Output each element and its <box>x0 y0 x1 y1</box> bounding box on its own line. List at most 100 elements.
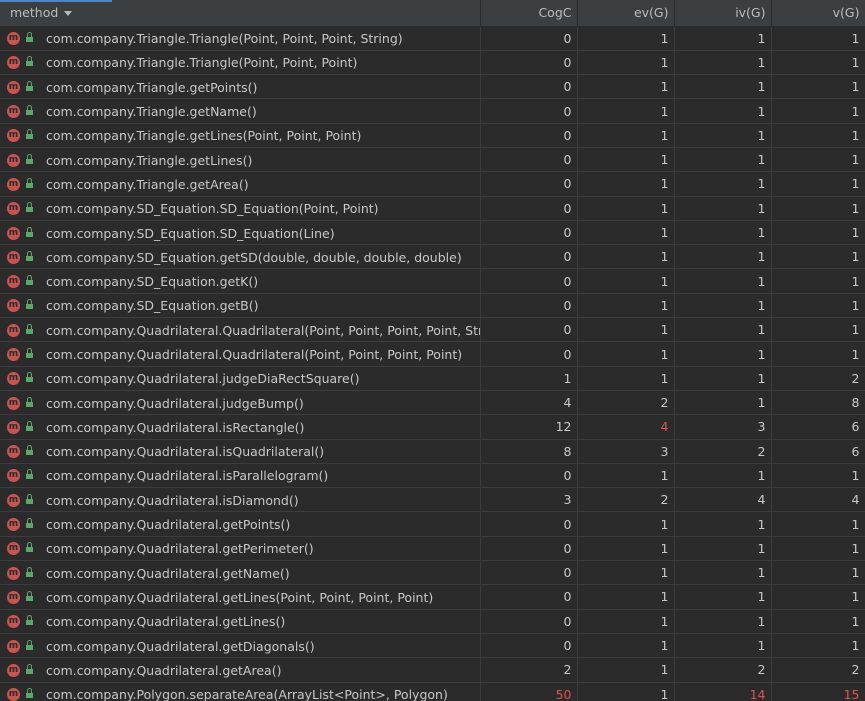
ev-value: 3 <box>577 439 675 464</box>
method-cell[interactable]: m com.company.Quadrilateral.judgeBump() <box>0 390 481 416</box>
v-value: 8 <box>771 390 865 416</box>
method-cell[interactable]: m com.company.SD_Equation.getK() <box>0 268 481 294</box>
table-row[interactable]: m com.company.Quadrilateral.isParallelogr… <box>0 463 865 489</box>
public-lock-icon <box>26 663 33 674</box>
method-cell[interactable]: m com.company.Triangle.Triangle(Point, Po… <box>0 50 481 76</box>
table-row[interactable]: m com.company.Quadrilateral.judgeDiaRectS… <box>0 366 865 391</box>
cogc-value: 0 <box>480 147 578 173</box>
method-icon: m <box>7 590 20 604</box>
method-cell[interactable]: m com.company.Triangle.getName() <box>0 98 481 124</box>
cogc-value: 8 <box>480 439 578 464</box>
method-cell[interactable]: m com.company.Quadrilateral.getDiagonals(… <box>0 633 481 659</box>
public-lock-icon <box>26 202 33 213</box>
table-row[interactable]: m com.company.Triangle.Triangle(Point, Po… <box>0 26 865 51</box>
method-cell[interactable]: m com.company.Quadrilateral.getLines(Poin… <box>0 584 481 610</box>
v-value: 1 <box>771 123 865 148</box>
method-cell[interactable]: m com.company.Quadrilateral.Quadrilateral… <box>0 341 481 367</box>
table-row[interactable]: m com.company.Triangle.Triangle(Point, Po… <box>0 50 865 76</box>
public-lock-icon <box>26 372 33 383</box>
table-row[interactable]: m com.company.Triangle.getArea() 0 1 1 1 <box>0 171 865 197</box>
column-header-v[interactable]: v(G) <box>771 0 865 27</box>
method-name: com.company.Quadrilateral.getName() <box>46 565 290 581</box>
table-row[interactable]: m com.company.Quadrilateral.getPoints() 0 1… <box>0 511 865 537</box>
public-lock-icon <box>26 639 33 650</box>
ev-value: 1 <box>577 633 675 659</box>
method-cell[interactable]: m com.company.Quadrilateral.getName() <box>0 560 481 586</box>
method-cell[interactable]: m com.company.SD_Equation.getB() <box>0 293 481 319</box>
method-cell[interactable]: m com.company.Triangle.getLines() <box>0 147 481 173</box>
method-name: com.company.Quadrilateral.isDiamond() <box>46 492 299 508</box>
method-cell[interactable]: m com.company.Triangle.getPoints() <box>0 74 481 100</box>
method-cell[interactable]: m com.company.SD_Equation.getSD(double, d… <box>0 244 481 270</box>
table-row[interactable]: m com.company.Triangle.getPoints() 0 1 1 1 <box>0 74 865 100</box>
method-name: com.company.Quadrilateral.isQuadrilatera… <box>46 444 325 460</box>
v-value: 1 <box>771 317 865 343</box>
table-row[interactable]: m com.company.Quadrilateral.getLines() 0 1 1… <box>0 609 865 634</box>
table-row[interactable]: m com.company.SD_Equation.SD_Equation(Poi… <box>0 196 865 221</box>
table-row[interactable]: m com.company.SD_Equation.SD_Equation(Lin… <box>0 220 865 246</box>
method-cell[interactable]: m com.company.Triangle.getArea() <box>0 171 481 197</box>
sort-descending-icon[interactable] <box>64 11 73 17</box>
method-cell[interactable]: m com.company.Quadrilateral.Quadrilateral… <box>0 317 481 343</box>
cogc-value: 0 <box>480 584 578 610</box>
method-cell[interactable]: m com.company.Quadrilateral.isParallelogr… <box>0 463 481 489</box>
table-row[interactable]: m com.company.Quadrilateral.getArea() 2 1 2 2 <box>0 657 865 683</box>
table-row[interactable]: m com.company.Quadrilateral.getLines(Poin… <box>0 584 865 610</box>
table-row[interactable]: m com.company.Quadrilateral.isDiamond() 3 2… <box>0 487 865 513</box>
table-row[interactable]: m com.company.Quadrilateral.Quadrilateral… <box>0 317 865 343</box>
method-icon: m <box>7 177 20 191</box>
method-cell[interactable]: m com.company.Quadrilateral.getLines() <box>0 609 481 634</box>
iv-value: 1 <box>674 74 772 100</box>
v-value: 1 <box>771 50 865 76</box>
method-cell[interactable]: m com.company.Quadrilateral.isDiamond() <box>0 487 481 513</box>
method-cell[interactable]: m com.company.Quadrilateral.getPerimeter(… <box>0 536 481 562</box>
cogc-value: 0 <box>480 609 578 634</box>
method-cell[interactable]: m com.company.SD_Equation.SD_Equation(Poi… <box>0 196 481 221</box>
table-row[interactable]: m com.company.SD_Equation.getB() 0 1 1 1 <box>0 293 865 319</box>
table-row[interactable]: m com.company.Triangle.getLines() 0 1 1 1 <box>0 147 865 173</box>
column-header-cogc[interactable]: CogC <box>480 0 578 27</box>
method-cell[interactable]: m com.company.Triangle.getLines(Point, Po… <box>0 123 481 148</box>
iv-value: 14 <box>674 682 772 701</box>
table-row[interactable]: m com.company.SD_Equation.getK() 0 1 1 1 <box>0 268 865 294</box>
table-row[interactable]: m com.company.Quadrilateral.getPerimeter(… <box>0 536 865 562</box>
table-row[interactable]: m com.company.Polygon.separateArea(ArrayL… <box>0 682 865 701</box>
iv-value: 1 <box>674 633 772 659</box>
method-cell[interactable]: m com.company.Quadrilateral.isRectangle() <box>0 414 481 440</box>
column-header-method[interactable]: method <box>0 0 481 27</box>
v-value: 15 <box>771 682 865 701</box>
public-lock-icon <box>26 566 33 577</box>
table-row[interactable]: m com.company.Quadrilateral.isRectangle()… <box>0 414 865 440</box>
ev-value: 1 <box>577 123 675 148</box>
column-header-iv[interactable]: iv(G) <box>674 0 772 27</box>
iv-value: 1 <box>674 584 772 610</box>
table-row[interactable]: m com.company.Quadrilateral.judgeBump() 4 2… <box>0 390 865 416</box>
table-row[interactable]: m com.company.Quadrilateral.isQuadrilater… <box>0 439 865 464</box>
column-header-ev[interactable]: ev(G) <box>577 0 675 27</box>
method-cell[interactable]: m com.company.Quadrilateral.judgeDiaRectS… <box>0 366 481 391</box>
table-row[interactable]: m com.company.Quadrilateral.Quadrilateral… <box>0 341 865 367</box>
table-row[interactable]: m com.company.Quadrilateral.getDiagonals(… <box>0 633 865 659</box>
cogc-value: 0 <box>480 633 578 659</box>
method-name: com.company.Quadrilateral.getLines() <box>46 614 286 630</box>
method-name: com.company.SD_Equation.SD_Equation(Poin… <box>46 201 379 217</box>
method-cell[interactable]: m com.company.SD_Equation.SD_Equation(Lin… <box>0 220 481 246</box>
iv-value: 1 <box>674 390 772 416</box>
method-cell[interactable]: m com.company.Quadrilateral.getArea() <box>0 657 481 683</box>
public-lock-icon <box>26 226 33 237</box>
iv-value: 1 <box>674 609 772 634</box>
method-cell[interactable]: m com.company.Polygon.separateArea(ArrayL… <box>0 682 481 701</box>
table-row[interactable]: m com.company.Triangle.getLines(Point, Po… <box>0 123 865 148</box>
public-lock-icon <box>26 250 33 261</box>
table-row[interactable]: m com.company.Triangle.getName() 0 1 1 1 <box>0 98 865 124</box>
cogc-value: 50 <box>480 682 578 701</box>
method-icon: m <box>7 518 20 532</box>
table-row[interactable]: m com.company.SD_Equation.getSD(double, d… <box>0 244 865 270</box>
method-cell[interactable]: m com.company.Quadrilateral.isQuadrilater… <box>0 439 481 464</box>
method-cell[interactable]: m com.company.Quadrilateral.getPoints() <box>0 511 481 537</box>
v-value: 1 <box>771 196 865 221</box>
metrics-table: method CogC ev(G) iv(G) v(G) m com.compan… <box>0 0 865 701</box>
table-row[interactable]: m com.company.Quadrilateral.getName() 0 1 1 1 <box>0 560 865 586</box>
method-cell[interactable]: m com.company.Triangle.Triangle(Point, Po… <box>0 26 481 51</box>
ev-value: 1 <box>577 74 675 100</box>
